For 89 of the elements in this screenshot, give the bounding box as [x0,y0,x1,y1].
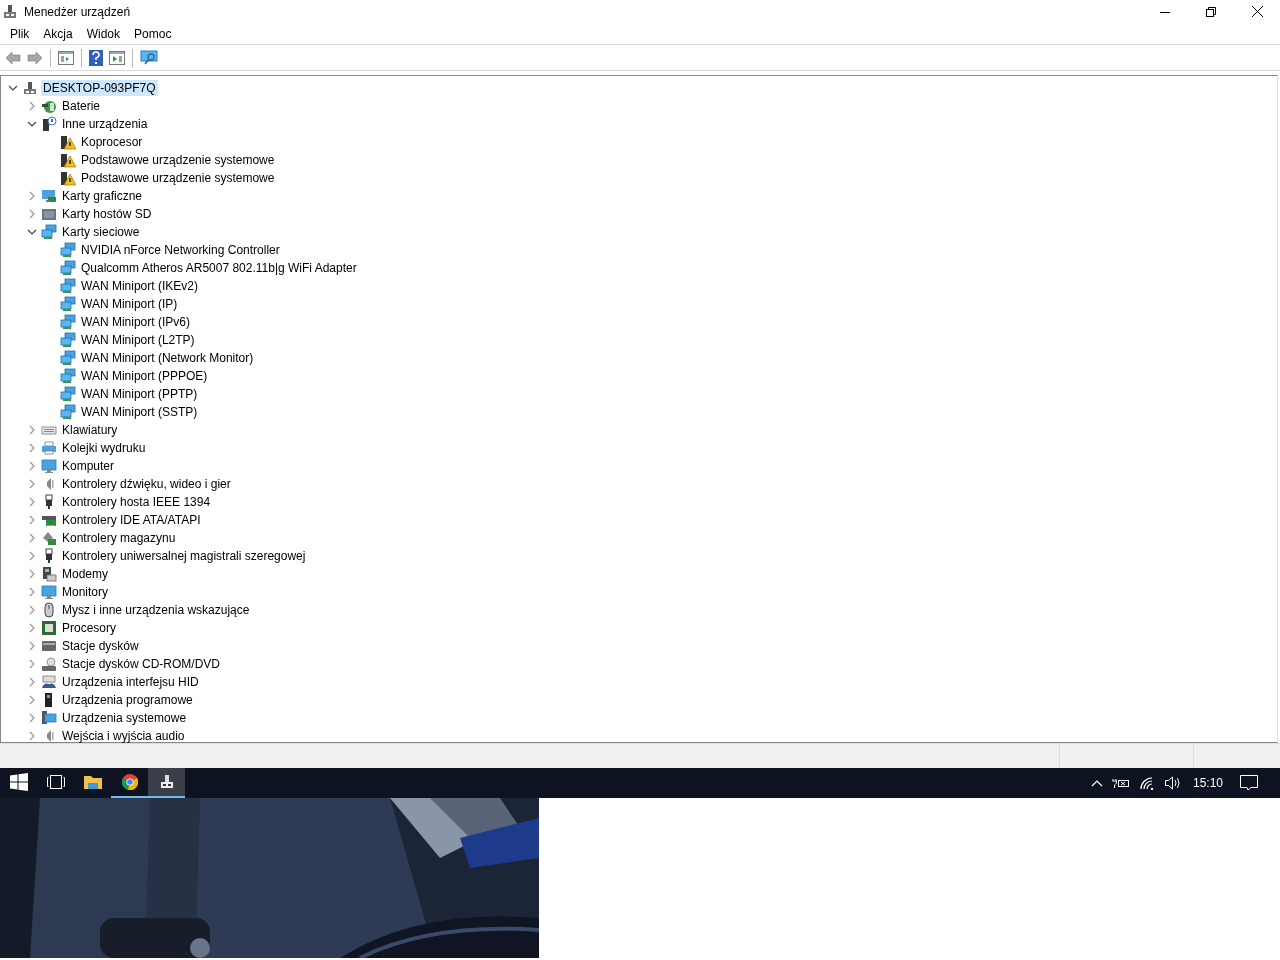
tree-item[interactable]: WAN Miniport (L2TP) [79,332,197,348]
gamepad-icon [41,674,57,690]
network-icon [60,260,76,276]
warning-device-icon [60,170,76,186]
tree-item[interactable]: Podstawowe urządzenie systemowe [79,170,277,186]
tree-item[interactable]: WAN Miniport (Network Monitor) [79,350,256,366]
window-title: Menedżer urządzeń [24,4,131,19]
tree-item[interactable]: WAN Miniport (PPTP) [79,386,200,402]
drive-icon [41,638,57,654]
tree-item[interactable]: DESKTOP-093PF7Q [41,80,158,96]
battery-icon [41,98,57,114]
warning-device-icon [60,134,76,150]
menu-item[interactable]: Pomoc [127,26,179,41]
tree-item[interactable]: WAN Miniport (IPv6) [79,314,192,330]
tree-item[interactable]: Mysz i inne urządzenia wskazujące [60,602,252,618]
chevron-up-icon[interactable] [1090,779,1103,787]
tree-item[interactable]: WAN Miniport (SSTP) [79,404,200,420]
tree-item[interactable]: Karty hostów SD [60,206,154,222]
network-icon [60,368,76,384]
tree-item[interactable]: Kontrolery hosta IEEE 1394 [60,494,213,510]
network-icon [41,224,57,240]
menu-item[interactable]: Akcja [36,26,80,41]
tree-item[interactable]: Inne urządzenia [60,116,150,132]
help-button[interactable] [87,47,105,68]
computer-icon [22,80,38,96]
notifications-icon[interactable] [1240,775,1258,791]
tree-item[interactable]: Kontrolery dźwięku, wideo i gier [60,476,233,492]
mouse-icon [41,602,57,618]
tree-item[interactable]: Kontrolery magazynu [60,530,178,546]
task-view-icon [45,774,66,790]
tree-item[interactable]: WAN Miniport (IKEv2) [79,278,200,294]
tree-item[interactable]: Stacje dysków [60,638,141,654]
menu-item[interactable]: Widok [79,26,128,41]
printer-icon [41,440,57,456]
tree-item[interactable]: Karty graficzne [60,188,145,204]
card-icon [41,206,57,222]
tree-item[interactable]: WAN Miniport (PPPOE) [79,368,210,384]
tree-item[interactable]: Kolejki wydruku [60,440,148,456]
storage-icon [41,530,57,546]
network-icon [60,386,76,402]
clock[interactable]: 15:10 [1192,776,1223,790]
tree-item[interactable]: Kontrolery IDE ATA/ATAPI [60,512,203,528]
network-icon [60,278,76,294]
tree-item[interactable]: Stacje dysków CD-ROM/DVD [60,656,223,672]
menu-item[interactable]: Plik [3,26,37,41]
folder-icon [83,774,102,790]
network-icon [60,314,76,330]
network-icon [60,350,76,366]
tree-item[interactable]: Wejścia i wyjścia audio [60,728,187,744]
tree-item[interactable]: WAN Miniport (IP) [79,296,180,312]
network-icon [60,332,76,348]
network-icon [60,404,76,420]
system-icon [41,710,57,726]
chip-icon [41,620,57,636]
monitor-icon [41,584,57,600]
tree-item[interactable]: Podstawowe urządzenie systemowe [79,152,277,168]
battery-plug-icon[interactable] [1111,777,1130,789]
tree-item[interactable]: Karty sieciowe [60,224,142,240]
tree-item[interactable]: Kontrolery uniwersalnej magistrali szeregowej [60,548,308,564]
tree-item[interactable]: Baterie [60,98,103,114]
wifi-icon[interactable] [1138,776,1155,790]
tree-item[interactable]: Urządzenia programowe [60,692,195,708]
run-button[interactable] [107,48,127,67]
unknown-device-icon [41,116,57,132]
disc-drive-icon [41,656,57,672]
browser-icon [121,774,138,790]
monitor-icon [41,458,57,474]
tree-item[interactable]: Urządzenia systemowe [60,710,189,726]
tree-item[interactable]: Qualcomm Atheros AR5007 802.11b|g WiFi Adapter [79,260,359,276]
tree-item[interactable]: Koprocesor [79,134,145,150]
network-icon [60,296,76,312]
app-button[interactable] [148,768,185,798]
close-icon [1251,6,1263,17]
warning-device-icon [60,152,76,168]
windows-logo-icon [9,773,28,791]
tree-item[interactable]: Klawiatury [60,422,120,438]
modem-icon [41,566,57,582]
properties-button[interactable] [56,48,76,67]
restore-icon [1206,6,1216,17]
display-adapter-icon [41,188,57,204]
speaker-icon[interactable] [1163,776,1182,790]
computer-icon [158,774,175,790]
network-icon [60,242,76,258]
tree-item[interactable]: Urządzenia interfejsu HID [60,674,201,690]
tree-item[interactable]: NVIDIA nForce Networking Controller [79,242,282,258]
tree-item[interactable]: Komputer [60,458,117,474]
tree-item[interactable]: Procesory [60,620,119,636]
tree-item[interactable]: Modemy [60,566,110,582]
tree-item[interactable]: Monitory [60,584,110,600]
